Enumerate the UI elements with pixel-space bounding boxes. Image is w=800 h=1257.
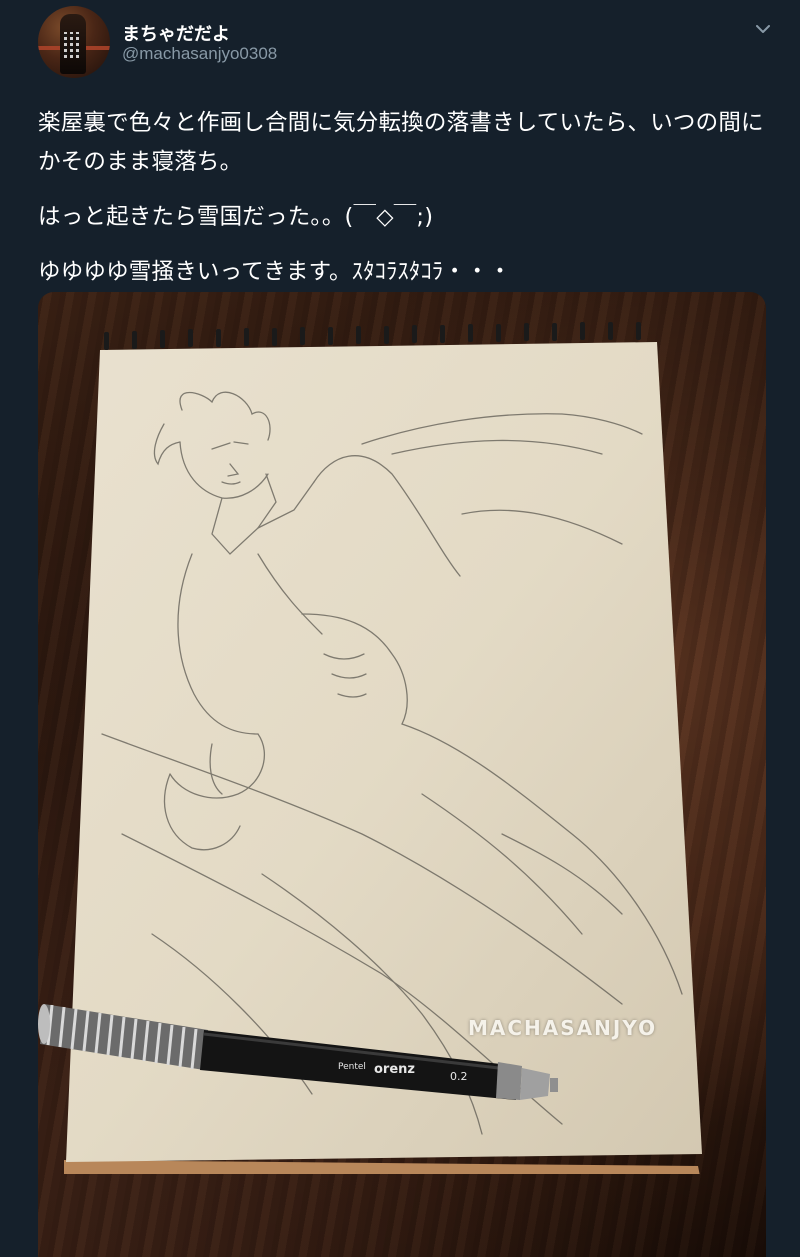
- display-name[interactable]: まちゃだだよ: [122, 20, 230, 46]
- tweet-text: 楽屋裏で色々と作画し合間に気分転換の落書きしていたら、いつの間にかそのまま寝落ち…: [38, 104, 768, 308]
- tweet-media-photo[interactable]: MACHASANJYO Pentel orenz 0.2: [38, 292, 766, 1257]
- tweet-menu-button[interactable]: [752, 18, 774, 40]
- user-handle[interactable]: @machasanjyo0308: [122, 44, 277, 64]
- avatar[interactable]: [38, 6, 110, 78]
- tweet-header: まちゃだだよ @machasanjyo0308: [38, 6, 778, 78]
- pencil-model-label: orenz: [374, 1062, 415, 1077]
- chevron-down-icon: [756, 24, 770, 33]
- tweet-text-line: はっと起きたら雪国だった。。(￣◇￣;): [38, 204, 434, 230]
- pencil-size-label: 0.2: [450, 1070, 468, 1083]
- avatar-checker-pattern: [64, 32, 82, 58]
- pencil-brand-label: Pentel: [338, 1062, 366, 1072]
- mechanical-pencil: [38, 1004, 558, 1100]
- tweet-text-line: 楽屋裏で色々と作画し合間に気分転換の落書きしていたら、いつの間にかそのまま寝落ち…: [38, 110, 764, 175]
- tweet-text-line: ゆゆゆゆ雪掻きいってきます。ｽﾀｺﾗｽﾀｺﾗ・・・: [38, 259, 512, 285]
